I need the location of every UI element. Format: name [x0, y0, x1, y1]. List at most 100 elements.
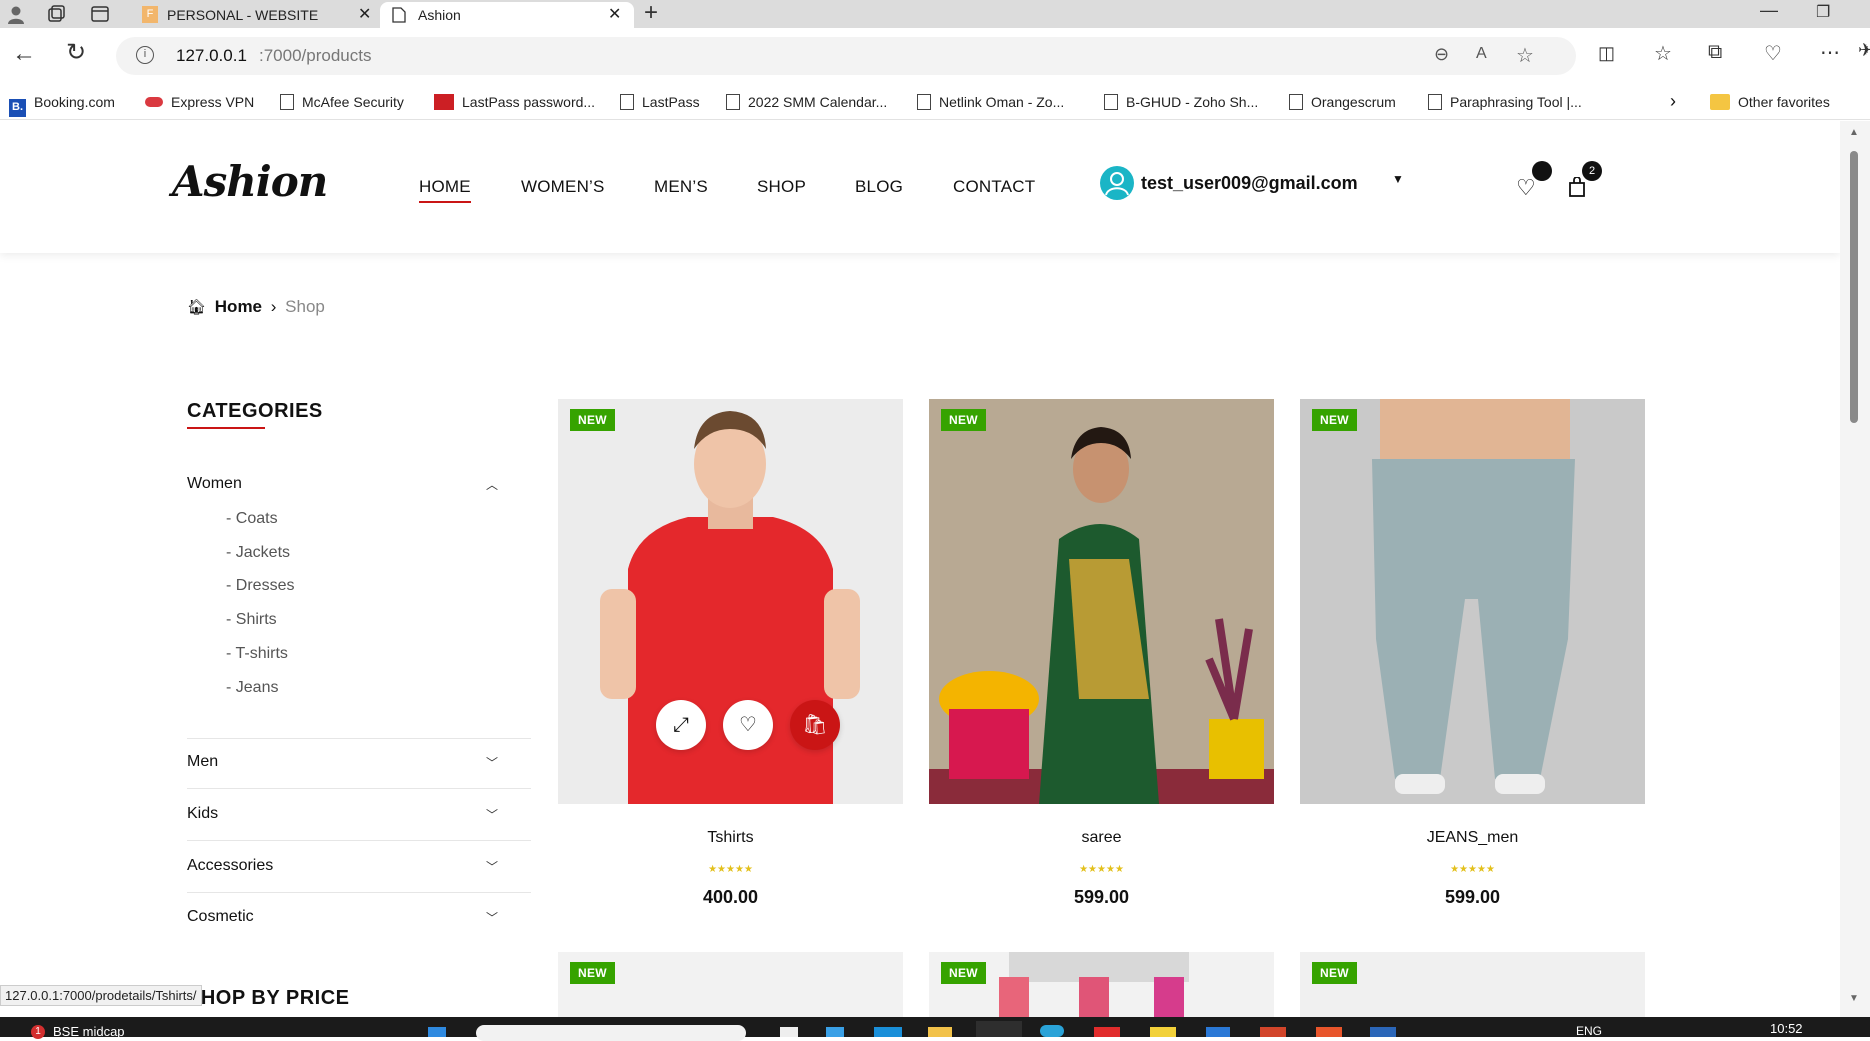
- refresh-icon[interactable]: ↻: [66, 38, 86, 67]
- close-tab-icon[interactable]: ✕: [608, 2, 621, 28]
- subcategory-dresses[interactable]: - Dresses: [226, 577, 294, 595]
- bookmark-express-vpn[interactable]: Express VPN: [145, 94, 254, 110]
- nav-shop[interactable]: SHOP: [757, 177, 806, 197]
- tab-personal-website[interactable]: F PERSONAL - WEBSITE ✕: [130, 2, 380, 28]
- profile-icon[interactable]: [6, 4, 26, 24]
- tab-ashion[interactable]: Ashion ✕: [380, 2, 634, 28]
- site-info-icon[interactable]: i: [136, 46, 154, 64]
- subcategory-jackets[interactable]: - Jackets: [226, 544, 290, 562]
- bookmark-smm-calendar[interactable]: 2022 SMM Calendar...: [726, 94, 887, 110]
- product-card[interactable]: NEW: [929, 952, 1274, 1017]
- product-card[interactable]: NEW: [558, 952, 903, 1017]
- more-menu-icon[interactable]: ⋯: [1820, 40, 1840, 65]
- tab-actions-icon[interactable]: [91, 5, 109, 23]
- add-to-cart-icon[interactable]: 🛍︎: [790, 700, 840, 750]
- scroll-down-icon[interactable]: ▼: [1849, 993, 1859, 1004]
- search-box[interactable]: [476, 1025, 746, 1041]
- chevron-down-icon[interactable]: ﹀: [486, 754, 498, 771]
- back-icon[interactable]: ←: [12, 40, 36, 68]
- wishlist-button[interactable]: ♡: [1516, 161, 1552, 203]
- product-image[interactable]: [1300, 399, 1645, 804]
- close-tab-icon[interactable]: ✕: [358, 2, 371, 28]
- breadcrumb-home[interactable]: Home: [215, 297, 262, 316]
- chevron-down-icon[interactable]: ﹀: [486, 909, 498, 926]
- category-accessories[interactable]: Accessories: [187, 857, 273, 875]
- zoom-icon[interactable]: ⊖: [1434, 44, 1449, 65]
- subcategory-shirts[interactable]: - Shirts: [226, 611, 277, 629]
- taskbar-app-icon[interactable]: [1094, 1027, 1120, 1037]
- favorites-icon[interactable]: ☆: [1654, 41, 1672, 66]
- subcategory-jeans[interactable]: - Jeans: [226, 679, 278, 697]
- divider: [187, 738, 531, 739]
- language-indicator[interactable]: ENG: [1576, 1024, 1602, 1038]
- breadcrumb-separator-icon: ›: [270, 297, 277, 316]
- bookmark-booking[interactable]: B. Booking.com: [9, 94, 115, 117]
- workspaces-icon[interactable]: [48, 5, 66, 23]
- product-card[interactable]: NEW: [1300, 399, 1645, 804]
- product-name[interactable]: Tshirts: [558, 829, 903, 847]
- chevron-down-icon[interactable]: ﹀: [486, 858, 498, 875]
- nav-womens[interactable]: WOMEN’S: [521, 177, 605, 197]
- wishlist-heart-icon[interactable]: ♡: [723, 700, 773, 750]
- extension-icon[interactable]: ✈: [1858, 40, 1870, 61]
- expand-icon[interactable]: ⤢: [656, 700, 706, 750]
- bookmark-netlink[interactable]: Netlink Oman - Zo...: [917, 94, 1064, 110]
- category-men[interactable]: Men: [187, 753, 218, 771]
- taskbar-app-icon[interactable]: [826, 1027, 844, 1037]
- split-screen-icon[interactable]: ◫: [1598, 43, 1615, 64]
- nav-blog[interactable]: BLOG: [855, 177, 903, 197]
- product-image[interactable]: [929, 399, 1274, 804]
- bookmark-orangescrum[interactable]: Orangescrum: [1289, 94, 1396, 110]
- cart-button[interactable]: 2: [1568, 161, 1602, 203]
- minimize-icon[interactable]: —: [1760, 0, 1778, 21]
- product-card[interactable]: NEW ⤢ ♡ 🛍︎: [558, 399, 903, 804]
- divider: [187, 892, 531, 893]
- taskbar-app-icon[interactable]: [1040, 1025, 1064, 1037]
- product-name[interactable]: saree: [929, 829, 1274, 847]
- product-card[interactable]: NEW: [1300, 952, 1645, 1017]
- product-price: 599.00: [1444, 887, 1501, 907]
- page-scrollbar[interactable]: ▲ ▼: [1840, 121, 1870, 1017]
- scroll-up-icon[interactable]: ▲: [1849, 127, 1859, 138]
- subcategory-coats[interactable]: - Coats: [226, 510, 278, 528]
- taskbar-app-icon[interactable]: [874, 1027, 902, 1037]
- browser-essentials-icon[interactable]: ♡: [1764, 41, 1782, 66]
- nav-mens[interactable]: MEN’S: [654, 177, 708, 197]
- scrollbar-thumb[interactable]: [1850, 151, 1858, 423]
- nav-home[interactable]: HOME: [419, 177, 471, 203]
- chevron-down-icon[interactable]: ﹀: [486, 806, 498, 823]
- category-women[interactable]: Women: [187, 475, 242, 493]
- read-aloud-icon[interactable]: A: [1476, 45, 1487, 63]
- edge-icon[interactable]: [976, 1021, 1022, 1037]
- taskbar-app-icon[interactable]: [1370, 1027, 1396, 1037]
- bookmark-lastpass[interactable]: LastPass: [620, 94, 700, 110]
- clock[interactable]: 10:52: [1770, 1021, 1803, 1036]
- product-name[interactable]: JEANS_men: [1300, 829, 1645, 847]
- subcategory-tshirts[interactable]: - T-shirts: [226, 645, 288, 663]
- chevron-up-icon[interactable]: ︿: [486, 476, 498, 493]
- category-kids[interactable]: Kids: [187, 805, 218, 823]
- favorite-star-icon[interactable]: ☆: [1516, 43, 1534, 68]
- address-bar[interactable]: i 127.0.0.1 :7000/products ⊖ A ☆: [116, 37, 1576, 75]
- folder-icon[interactable]: [928, 1027, 952, 1037]
- more-bookmarks-chevron-icon[interactable]: ›: [1670, 91, 1676, 112]
- restore-icon[interactable]: ❐: [1816, 2, 1830, 22]
- start-icon[interactable]: [428, 1027, 446, 1037]
- vscode-icon[interactable]: [1206, 1027, 1230, 1037]
- collections-icon[interactable]: ⧉: [1708, 41, 1722, 64]
- product-card[interactable]: NEW: [929, 399, 1274, 804]
- bookmark-lastpass-password[interactable]: LastPass password...: [434, 94, 595, 110]
- bookmark-mcafee[interactable]: McAfee Security: [280, 94, 404, 110]
- bookmark-b-ghud[interactable]: B-GHUD - Zoho Sh...: [1104, 94, 1258, 110]
- nav-contact[interactable]: CONTACT: [953, 177, 1035, 197]
- bookmark-other-favorites[interactable]: Other favorites: [1710, 94, 1830, 110]
- tab-favicon: F: [142, 6, 158, 23]
- taskbar-app-icon[interactable]: [1260, 1027, 1286, 1037]
- site-logo[interactable]: Ashion: [172, 157, 328, 206]
- taskbar-app-icon[interactable]: [1150, 1027, 1176, 1037]
- taskbar-app-icon[interactable]: [780, 1027, 798, 1037]
- taskbar-app-icon[interactable]: [1316, 1027, 1342, 1037]
- category-cosmetic[interactable]: Cosmetic: [187, 908, 254, 926]
- bookmark-paraphrasing[interactable]: Paraphrasing Tool |...: [1428, 94, 1582, 110]
- new-tab-icon[interactable]: +: [644, 0, 658, 27]
